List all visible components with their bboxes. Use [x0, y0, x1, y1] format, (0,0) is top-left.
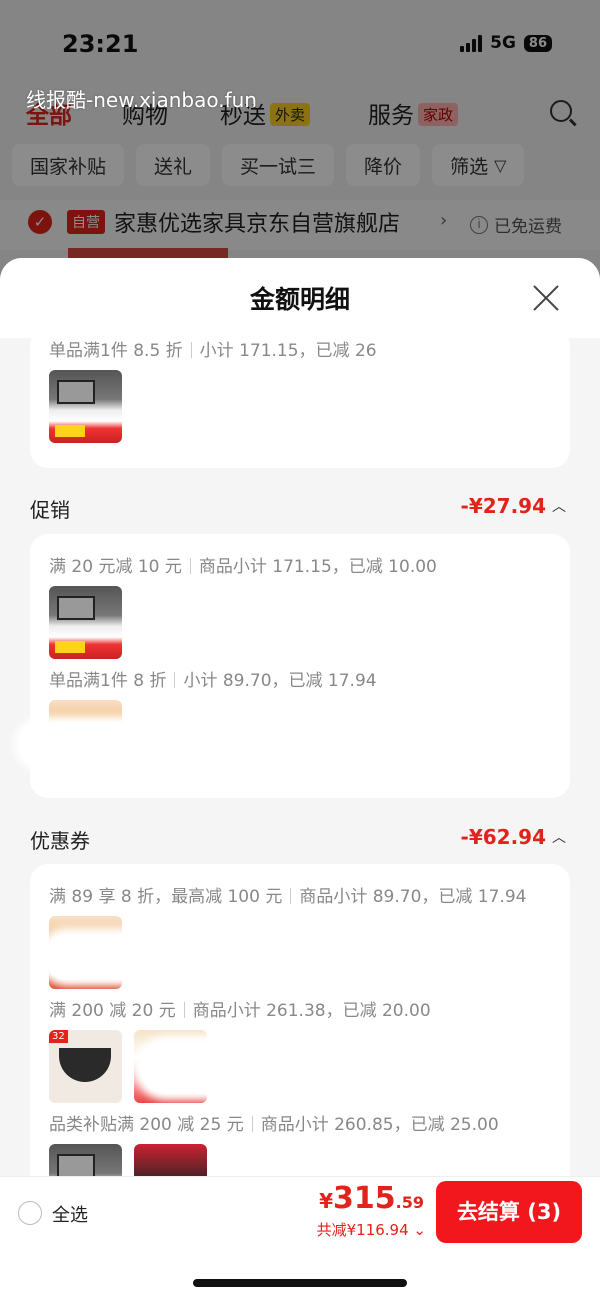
- promo-section-amount: -¥27.94: [460, 494, 546, 518]
- promo-card: 满 20 元减 10 元商品小计 171.15，已减 10.00 单品满1件 8…: [20, 534, 570, 798]
- rule-line: 品类补贴满 200 减 25 元商品小计 260.85，已减 25.00: [49, 1110, 499, 1135]
- rule-detail: 小计 89.70，已减 17.94: [183, 671, 377, 691]
- coupon-section-header[interactable]: 优惠券 -¥62.94 ︿: [30, 823, 570, 853]
- product-thumbnail[interactable]: [49, 586, 122, 659]
- checkout-button[interactable]: 去结算 (3): [436, 1181, 582, 1243]
- redaction-scribble: [44, 934, 154, 980]
- product-thumbnail[interactable]: [49, 370, 122, 443]
- promo-section-header[interactable]: 促销 -¥27.94 ︿: [30, 492, 570, 522]
- rule-text: 满 89 享 8 折，最高减 100 元: [49, 887, 283, 907]
- rule-line: 满 20 元减 10 元商品小计 171.15，已减 10.00: [49, 552, 437, 577]
- currency-symbol: ¥: [319, 1189, 334, 1213]
- rule-text: 满 200 减 20 元: [49, 1001, 176, 1021]
- rule-detail: 商品小计 261.38，已减 20.00: [192, 1001, 431, 1021]
- coupon-section-amount: -¥62.94: [460, 825, 546, 849]
- rule-detail: 商品小计 89.70，已减 17.94: [299, 887, 527, 907]
- chevron-up-icon: ︿: [552, 499, 566, 515]
- rule-detail: 小计 171.15，已减 26: [199, 341, 377, 361]
- coupon-section-title: 优惠券: [30, 829, 90, 853]
- chevron-up-icon: ︿: [552, 830, 566, 846]
- saved-amount-label: 共减¥116.94: [316, 1221, 409, 1239]
- total-integer: 315: [333, 1181, 396, 1216]
- rule-line: 单品满1件 8.5 折小计 171.15，已减 26: [49, 336, 377, 361]
- total-price: ¥315.59: [319, 1181, 424, 1216]
- total-decimal: .59: [395, 1193, 424, 1212]
- select-all-label[interactable]: 全选: [52, 1201, 88, 1227]
- rule-text: 满 20 元减 10 元: [49, 557, 182, 577]
- dim-overlay[interactable]: [0, 0, 600, 300]
- redaction-scribble: [140, 1042, 250, 1094]
- redaction-scribble: [20, 722, 230, 766]
- product-thumbnail[interactable]: [49, 1030, 122, 1103]
- rule-line: 满 200 减 20 元商品小计 261.38，已减 20.00: [49, 996, 431, 1021]
- promo-section-title: 促销: [30, 498, 70, 522]
- rule-line: 满 89 享 8 折，最高减 100 元商品小计 89.70，已减 17.94: [49, 882, 526, 907]
- bottom-bar: 全选 ¥315.59 共减¥116.94 ⌄ 去结算 (3): [0, 1176, 600, 1300]
- discount-card-top: 单品满1件 8.5 折小计 171.15，已减 26: [30, 328, 570, 468]
- sheet-header: 金额明细: [0, 258, 600, 338]
- watermark: 线报酷-new.xianbao.fun: [26, 88, 257, 112]
- saved-amount[interactable]: 共减¥116.94 ⌄: [317, 1219, 426, 1240]
- sheet-title: 金额明细: [249, 285, 350, 314]
- select-all-checkbox[interactable]: [18, 1201, 42, 1225]
- rule-text: 单品满1件 8.5 折: [49, 341, 183, 361]
- rule-line: 单品满1件 8 折小计 89.70，已减 17.94: [49, 666, 377, 691]
- amount-detail-sheet: 金额明细 单品满1件 8.5 折小计 171.15，已减 26 促销 -¥27.…: [0, 258, 600, 1300]
- close-icon[interactable]: [532, 284, 560, 312]
- rule-text: 品类补贴满 200 减 25 元: [49, 1115, 244, 1135]
- home-indicator: [193, 1279, 407, 1287]
- chevron-down-icon: ⌄: [413, 1221, 426, 1239]
- rule-text: 单品满1件 8 折: [49, 671, 167, 691]
- rule-detail: 商品小计 171.15，已减 10.00: [198, 557, 437, 577]
- rule-detail: 商品小计 260.85，已减 25.00: [260, 1115, 499, 1135]
